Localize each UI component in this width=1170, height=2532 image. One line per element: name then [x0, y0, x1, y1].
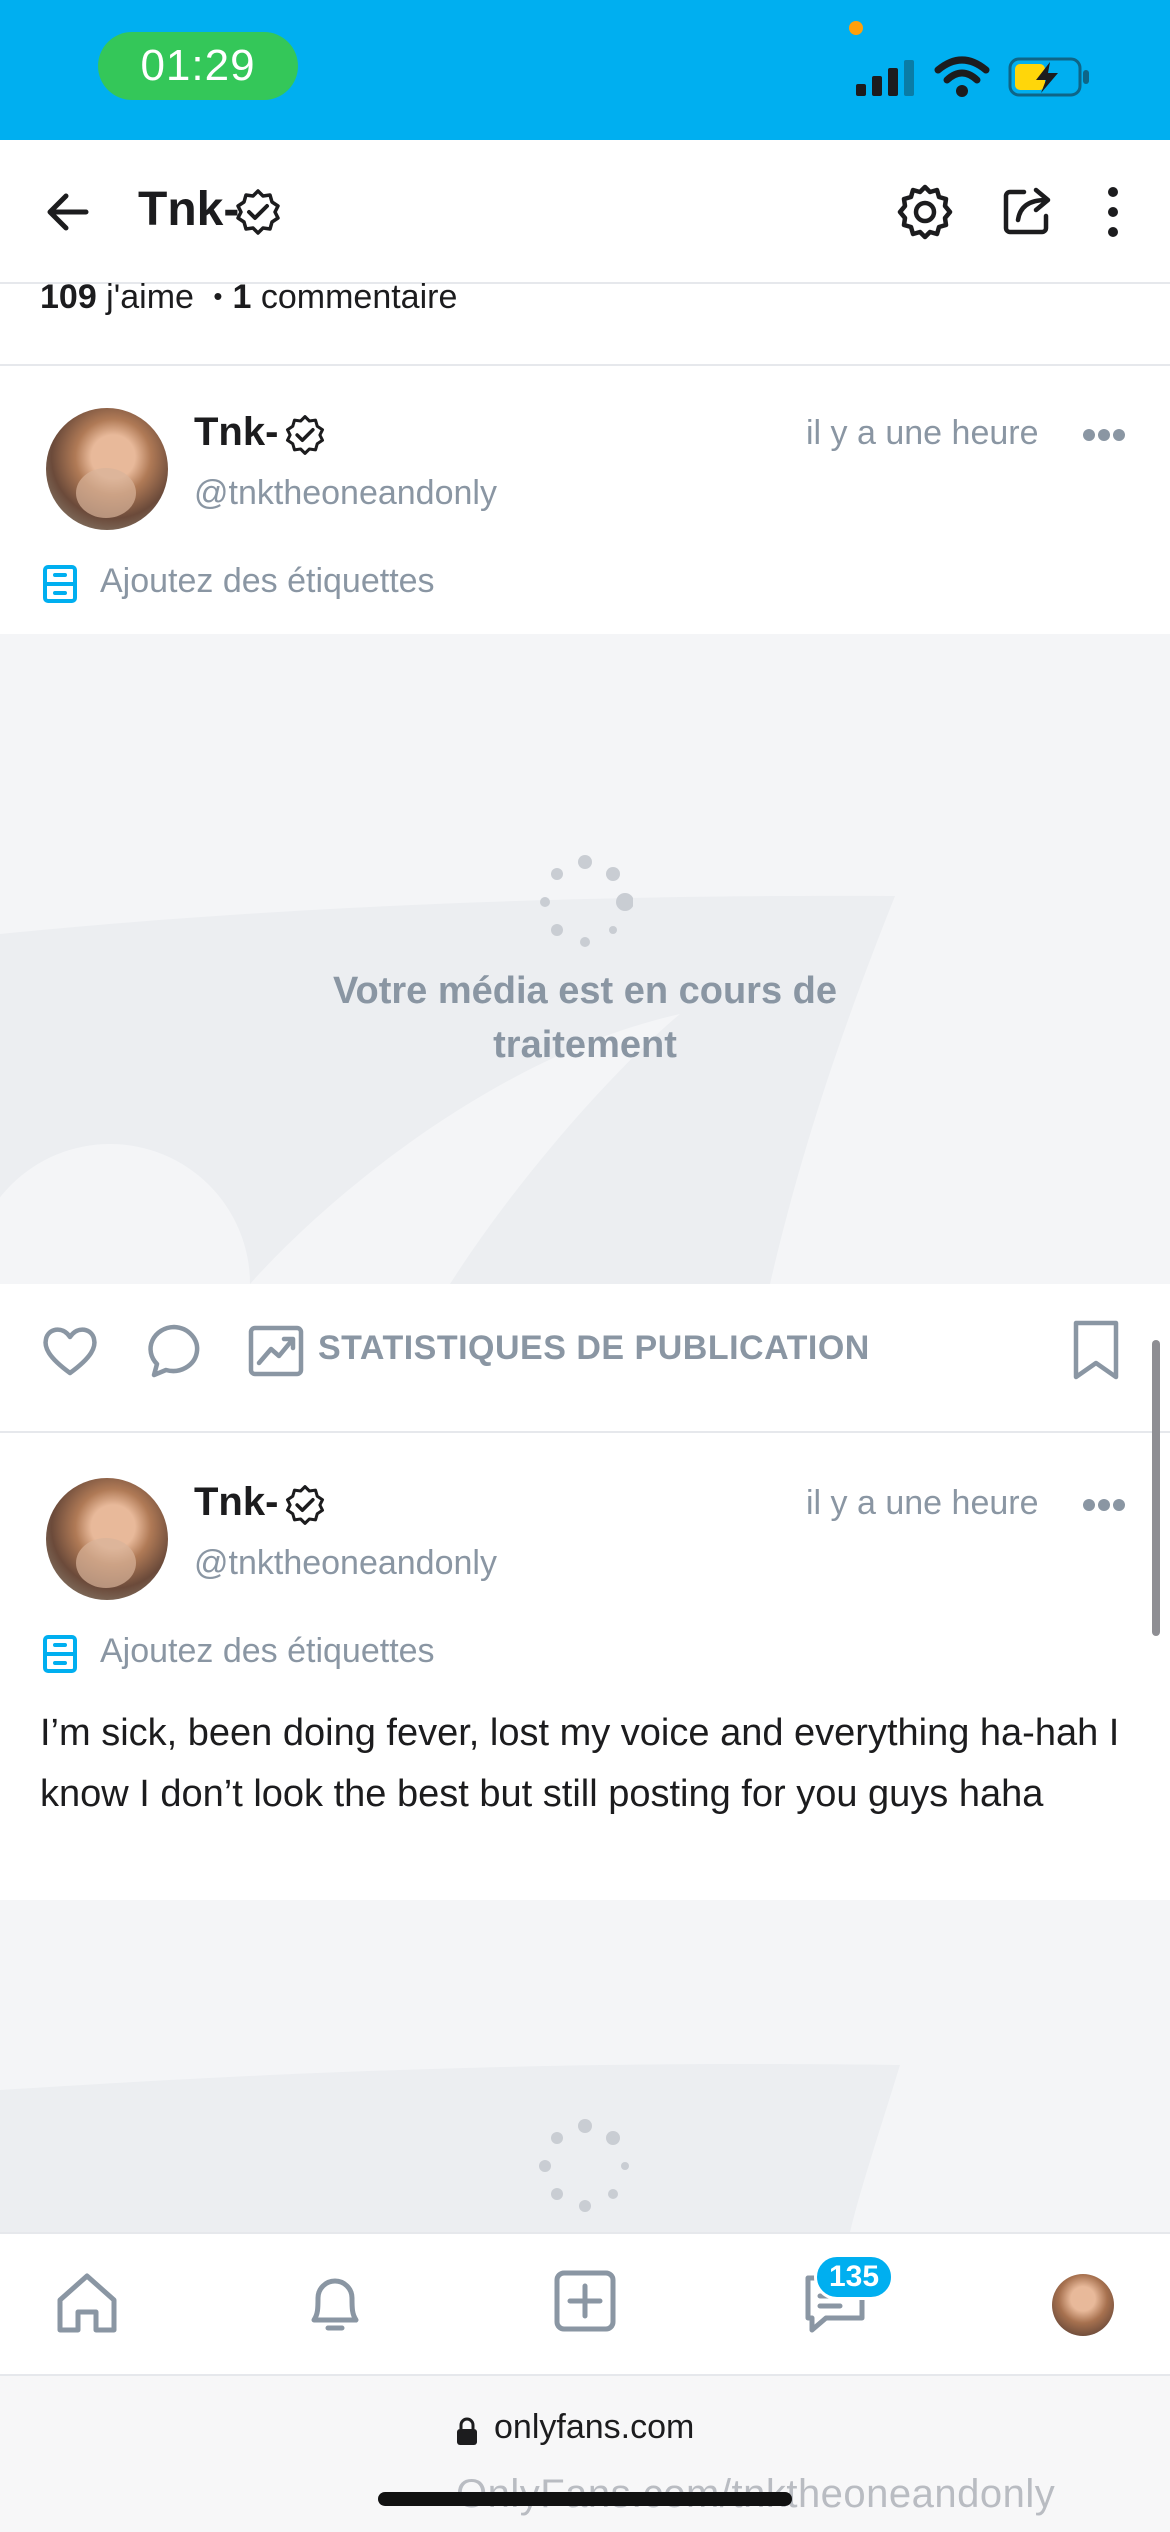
- scrollbar[interactable]: [1152, 1340, 1160, 1636]
- avatar[interactable]: [46, 408, 168, 530]
- loading-spinner-icon: [540, 855, 633, 947]
- bell-icon[interactable]: [300, 2268, 370, 2338]
- wifi-icon: [934, 56, 990, 97]
- add-tags-label[interactable]: Ajoutez des étiquettes: [100, 1632, 435, 1671]
- likes-count[interactable]: 109: [40, 278, 97, 316]
- post-author-name[interactable]: Tnk-: [194, 1480, 278, 1525]
- lock-icon: [457, 2417, 477, 2445]
- tag-icon[interactable]: [42, 1634, 78, 1674]
- add-tags-label[interactable]: Ajoutez des étiquettes: [100, 562, 435, 601]
- share-icon[interactable]: [998, 180, 1058, 240]
- stats-icon[interactable]: [248, 1325, 304, 1377]
- bottom-navigation: 135: [0, 2232, 1170, 2374]
- post-author-name[interactable]: Tnk-: [194, 410, 278, 455]
- post-text: I’m sick, been doing fever, lost my voic…: [40, 1712, 1120, 1815]
- page-title: Tnk-: [138, 183, 240, 236]
- post-author-handle[interactable]: @tnktheoneandonly: [194, 1544, 497, 1583]
- home-icon[interactable]: [52, 2268, 122, 2338]
- profile-header: Tnk-: [0, 140, 1170, 284]
- post-timestamp[interactable]: il y a une heure: [806, 1484, 1039, 1523]
- post-actions: STATISTIQUES DE PUBLICATION: [0, 1285, 1170, 1431]
- comment-icon[interactable]: [144, 1321, 204, 1381]
- verified-icon: [285, 415, 325, 455]
- status-bar: 01:29: [0, 0, 1170, 140]
- url-text[interactable]: onlyfans.com: [494, 2408, 694, 2447]
- likes-label: j'aime: [96, 278, 194, 316]
- media-processing-placeholder: Votre média est en cours de traitement: [0, 634, 1170, 1284]
- more-icon[interactable]: [1082, 1498, 1126, 1512]
- avatar[interactable]: [46, 1478, 168, 1600]
- loading-spinner-icon: [539, 2119, 629, 2212]
- comments-count[interactable]: 1: [232, 278, 251, 316]
- background-watermark-logo: [0, 895, 895, 1284]
- verified-icon: [236, 189, 280, 235]
- media-status-text: Votre média est en cours de traitement: [332, 970, 838, 1066]
- messages-count-badge: 135: [814, 2254, 895, 2300]
- tag-icon[interactable]: [42, 564, 78, 604]
- camera-indicator-dot: [849, 21, 863, 35]
- battery-charging-icon: [1008, 57, 1089, 97]
- media-processing-placeholder: [0, 1900, 1170, 2232]
- verified-icon: [285, 1485, 325, 1525]
- cellular-signal-icon: [856, 60, 914, 96]
- gear-icon[interactable]: [895, 182, 955, 242]
- previous-post-stats: 109 j'aime • 1 commentaire: [40, 278, 457, 317]
- more-icon[interactable]: [1082, 428, 1126, 442]
- browser-url-bar: onlyfans.com OnlyFans.com/tnktheoneandon…: [0, 2374, 1170, 2532]
- heart-icon[interactable]: [40, 1321, 100, 1381]
- profile-avatar-tab[interactable]: [1052, 2274, 1114, 2336]
- home-indicator[interactable]: [378, 2492, 792, 2506]
- post-statistics-button[interactable]: STATISTIQUES DE PUBLICATION: [318, 1329, 870, 1368]
- kebab-menu-icon[interactable]: [1098, 184, 1128, 240]
- bookmark-icon[interactable]: [1070, 1319, 1122, 1381]
- status-time: 01:29: [98, 32, 298, 100]
- stats-separator: •: [213, 281, 223, 311]
- divider: [0, 364, 1170, 366]
- post-author-handle[interactable]: @tnktheoneandonly: [194, 474, 497, 513]
- divider: [0, 1431, 1170, 1433]
- back-arrow-icon[interactable]: [40, 184, 96, 240]
- add-post-icon[interactable]: [552, 2268, 618, 2334]
- comments-label: commentaire: [251, 278, 458, 316]
- post-timestamp[interactable]: il y a une heure: [806, 414, 1039, 453]
